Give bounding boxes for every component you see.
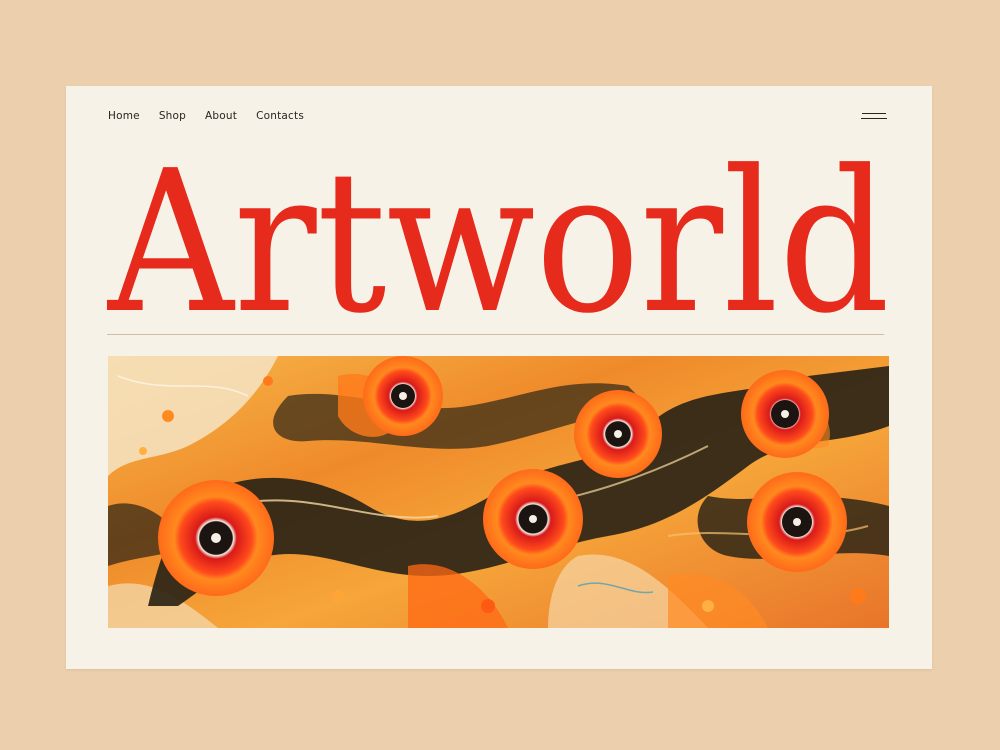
title-divider [107,334,884,335]
main-nav: Home Shop About Contacts [108,110,304,122]
hero-artwork-image [108,356,889,628]
title-text: Artworld [106,148,890,328]
hero-card: Home Shop About Contacts Artworld [66,86,932,669]
nav-about-link[interactable]: About [205,110,237,122]
nav-home-link[interactable]: Home [108,110,140,122]
nav-shop-link[interactable]: Shop [159,110,186,122]
page-title: Artworld [106,148,890,328]
nav-contacts-link[interactable]: Contacts [256,110,304,122]
hamburger-menu-icon[interactable] [858,110,892,126]
